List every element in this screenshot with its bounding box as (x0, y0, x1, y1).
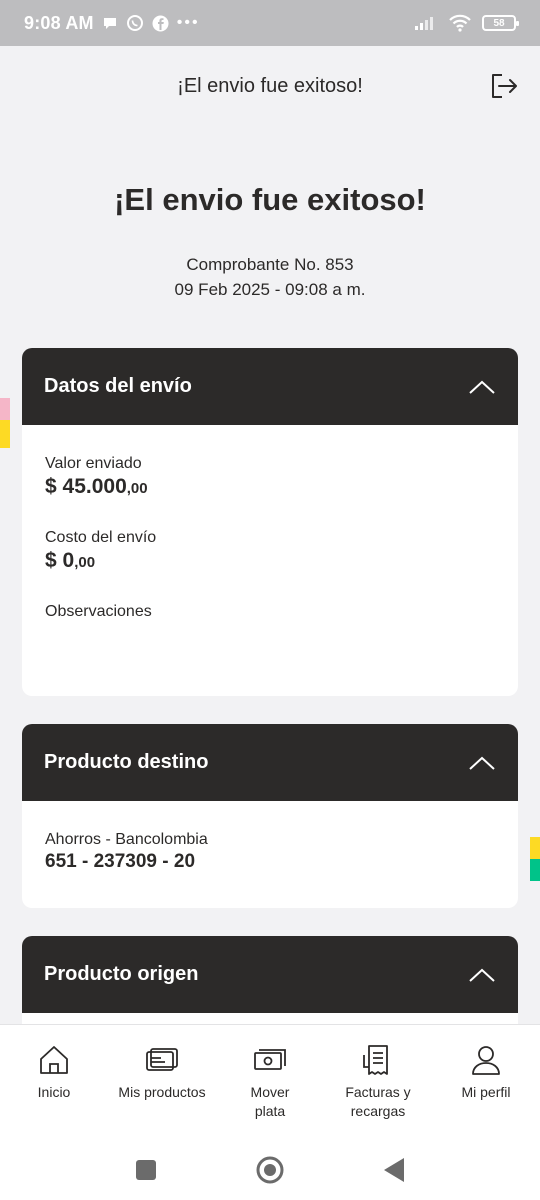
costo-cents: ,00 (74, 554, 96, 571)
nav-item-inicio[interactable]: Inicio (0, 1025, 108, 1140)
nav-label: Facturas y recargas (345, 1084, 411, 1119)
valor-enviado-value: $ 45.000,00 (45, 475, 495, 499)
header: ¡El envio fue exitoso! (0, 46, 540, 126)
nav-label: Mover plata (250, 1084, 290, 1119)
recent-apps-button[interactable] (84, 1159, 208, 1181)
circle-icon (256, 1156, 284, 1184)
account-number: 651 - 237309 - 20 (45, 851, 196, 872)
back-triangle-icon (384, 1158, 404, 1182)
exit-icon[interactable] (488, 70, 520, 102)
valor-amount: $ 45.000 (45, 475, 127, 498)
nav-item-facturas-recargas[interactable]: Facturas y recargas (324, 1025, 432, 1140)
decorative-accent-right (530, 837, 540, 881)
status-time: 9:08 AM (24, 12, 94, 33)
chevron-up-icon[interactable] (468, 967, 496, 983)
receipt-number: Comprobante No. 853 (186, 255, 354, 274)
valor-enviado-label: Valor enviado (45, 455, 142, 472)
nav-label: Mi perfil (461, 1084, 511, 1100)
nav-item-mover-plata[interactable]: Mover plata (216, 1025, 324, 1140)
nav-item-mi-perfil[interactable]: Mi perfil (432, 1025, 540, 1140)
home-icon (40, 1046, 68, 1074)
money-icon (254, 1049, 286, 1070)
system-navigation (0, 1140, 540, 1200)
more-notifications-icon: ••• (176, 14, 200, 31)
card-producto-origen: Producto origen (22, 936, 518, 1024)
receipt-datetime: 09 Feb 2025 - 09:08 a m. (174, 280, 366, 299)
receipt-icon (363, 1045, 388, 1075)
card-header-producto-destino[interactable]: Producto destino (22, 724, 518, 801)
notification-icons (102, 14, 169, 32)
receipt-info: Comprobante No. 853 09 Feb 2025 - 09:08 … (12, 252, 528, 302)
chevron-up-icon[interactable] (468, 379, 496, 395)
back-button[interactable] (332, 1157, 456, 1183)
costo-envio-label: Costo del envío (45, 529, 157, 546)
valor-cents: ,00 (126, 480, 148, 497)
card-title: Producto origen (44, 963, 199, 985)
card-title: Producto destino (44, 751, 209, 773)
whatsapp-icon (126, 15, 143, 31)
user-icon (472, 1046, 500, 1075)
wifi-icon (449, 14, 471, 32)
signal-icon (415, 17, 433, 30)
home-button[interactable] (208, 1155, 332, 1185)
nav-item-mis-productos[interactable]: Mis productos (108, 1025, 216, 1140)
observaciones-label: Observaciones (45, 603, 152, 620)
card-datos-envio: Datos del envío Valor enviado $ 45.000,0… (22, 348, 518, 696)
battery-icon: 58 (482, 15, 519, 31)
decorative-accent-left (0, 398, 10, 450)
card-header-datos-envio[interactable]: Datos del envío (22, 348, 518, 425)
costo-envio-value: $ 0,00 (45, 549, 495, 573)
card-producto-destino: Producto destino Ahorros - Bancolombia 6… (22, 724, 518, 908)
success-summary: ¡El envio fue exitoso! Comprobante No. 8… (12, 166, 528, 346)
battery-level: 58 (493, 17, 505, 29)
nav-label: Mis productos (118, 1084, 206, 1100)
costo-amount: $ 0 (45, 549, 75, 572)
account-type: Ahorros - Bancolombia (45, 831, 208, 848)
card-header-producto-origen[interactable]: Producto origen (22, 936, 518, 1013)
card-body-datos-envio: Valor enviado $ 45.000,00 Costo del enví… (22, 455, 518, 621)
bottom-navigation: Inicio Mis productos Mover plata Factura… (0, 1024, 540, 1140)
card-title: Datos del envío (44, 375, 192, 397)
success-title: ¡El envio fue exitoso! (114, 182, 426, 217)
chevron-up-icon[interactable] (468, 755, 496, 771)
header-title: ¡El envio fue exitoso! (177, 74, 363, 97)
status-bar: 9:08 AM ••• 58 (0, 0, 540, 46)
facebook-icon (152, 15, 169, 31)
square-icon (136, 1160, 156, 1180)
card-body-producto-destino: Ahorros - Bancolombia 651 - 237309 - 20 (22, 831, 518, 873)
content-scroll[interactable]: ¡El envio fue exitoso! Comprobante No. 8… (0, 126, 540, 1024)
nav-label: Inicio (37, 1084, 71, 1100)
message-icon (103, 18, 116, 29)
card-icon (146, 1048, 178, 1071)
